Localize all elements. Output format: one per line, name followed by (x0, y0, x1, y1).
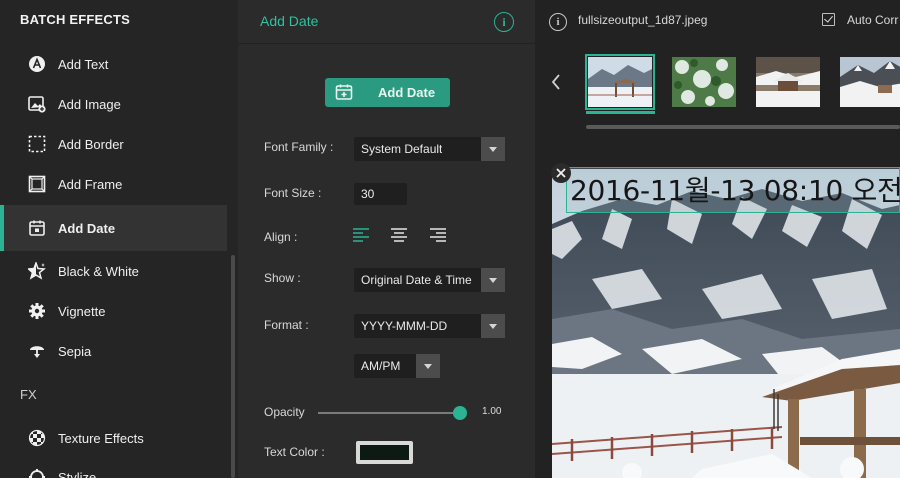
text-color-fill (360, 445, 409, 460)
chevron-down-icon (481, 314, 505, 338)
text-color-label: Text Color : (264, 445, 325, 459)
file-info-icon[interactable]: i (549, 13, 567, 31)
close-icon[interactable] (551, 163, 571, 183)
sidebar-title: BATCH EFFECTS (20, 12, 130, 27)
thumbnail-4[interactable] (840, 57, 900, 107)
sidebar-scrollbar[interactable] (231, 255, 235, 478)
format-label: Format : (264, 318, 309, 332)
sidebar-item-add-frame[interactable]: Add Frame (0, 164, 227, 204)
thumbnail-scrollbar[interactable] (586, 125, 900, 129)
sparkle-icon (28, 262, 46, 280)
time-format-value: AM/PM (361, 359, 401, 373)
show-select[interactable]: Original Date & Time (354, 268, 505, 292)
sidebar-item-label: Add Text (58, 56, 109, 72)
border-icon (28, 135, 46, 153)
sidebar-item-add-border[interactable]: Add Border (0, 124, 227, 164)
opacity-label: Opacity (264, 405, 305, 419)
add-date-button[interactable]: Add Date (325, 78, 450, 107)
sidebar-item-add-image[interactable]: Add Image (0, 84, 227, 124)
sepia-icon (28, 342, 46, 360)
calendar-icon (28, 219, 46, 237)
info-icon[interactable]: i (494, 12, 514, 32)
sidebar-item-label: Texture Effects (58, 430, 144, 446)
preview-header: i fullsizeoutput_1d87.jpeg Auto Corr (535, 0, 900, 42)
font-family-value: System Default (361, 142, 443, 156)
font-size-label: Font Size : (264, 186, 322, 200)
sidebar-item-label: Sepia (58, 343, 92, 359)
sidebar-item-label: Stylize (58, 469, 97, 478)
sidebar-item-label: Add Date (58, 220, 116, 236)
gear-icon (28, 302, 46, 320)
stylize-icon (28, 468, 46, 478)
auto-correct-label: Auto Corr (847, 13, 899, 27)
frame-icon (28, 175, 46, 193)
align-label: Align : (264, 230, 298, 244)
text-color-swatch[interactable] (356, 441, 413, 464)
opacity-value: 1.00 (482, 406, 502, 417)
opacity-slider-handle[interactable] (453, 406, 467, 420)
opacity-slider-track[interactable] (318, 412, 460, 414)
align-right-icon[interactable] (429, 227, 447, 243)
panel-title: Add Date (260, 13, 319, 29)
font-size-input[interactable]: 30 (354, 183, 407, 205)
sidebar-item-black-white[interactable]: Black & White (0, 251, 227, 291)
sidebar-item-vignette[interactable]: Vignette (0, 291, 227, 331)
font-family-label: Font Family : (264, 140, 334, 154)
sidebar-section-fx: FX (20, 387, 37, 402)
sidebar-item-label: Black & White (58, 263, 139, 279)
chevron-down-icon (481, 268, 505, 292)
texture-icon (28, 429, 46, 447)
sidebar-item-label: Add Image (58, 96, 121, 112)
add-text-icon (28, 55, 46, 73)
time-format-select[interactable]: AM/PM (354, 354, 440, 378)
chevron-down-icon (416, 354, 440, 378)
chevron-left-icon[interactable] (550, 73, 562, 91)
filename: fullsizeoutput_1d87.jpeg (578, 13, 708, 27)
auto-correct-checkbox[interactable] (822, 13, 835, 26)
sidebar-item-add-date[interactable]: Add Date (0, 205, 227, 251)
thumbnail-2[interactable] (672, 57, 736, 107)
sidebar-item-label: Vignette (58, 303, 106, 319)
align-center-icon[interactable] (390, 227, 408, 243)
show-label: Show : (264, 271, 301, 285)
add-image-icon (28, 95, 46, 113)
sidebar-item-label: Add Frame (58, 176, 123, 192)
preview-photo (552, 169, 900, 478)
calendar-add-icon (335, 83, 353, 106)
font-family-select[interactable]: System Default (354, 137, 505, 161)
sidebar-item-label: Add Border (58, 136, 124, 152)
sidebar-item-stylize[interactable]: Stylize (0, 457, 227, 478)
sidebar-item-sepia[interactable]: Sepia (0, 331, 227, 371)
thumbnail-1[interactable] (585, 54, 655, 110)
align-left-icon[interactable] (352, 227, 370, 243)
add-date-button-label: Add Date (378, 85, 436, 100)
preview-area: i fullsizeoutput_1d87.jpeg Auto Corr 201… (535, 0, 900, 478)
format-value: YYYY-MMM-DD (361, 319, 448, 333)
sidebar: BATCH EFFECTS Add Text Add Image Add Bor… (0, 0, 238, 478)
settings-panel: Add Date i Add Date Font Family : System… (238, 0, 535, 478)
show-value: Original Date & Time (361, 273, 472, 287)
date-overlay-text: 2016-11월-13 08:10 오전 (570, 174, 900, 207)
thumbnail-selection-indicator (586, 111, 655, 114)
format-select[interactable]: YYYY-MMM-DD (354, 314, 505, 338)
thumbnail-3[interactable] (756, 57, 820, 107)
sidebar-item-add-text[interactable]: Add Text (0, 44, 227, 84)
chevron-down-icon (481, 137, 505, 161)
panel-header: Add Date i (238, 0, 535, 44)
sidebar-item-texture-effects[interactable]: Texture Effects (0, 418, 227, 458)
